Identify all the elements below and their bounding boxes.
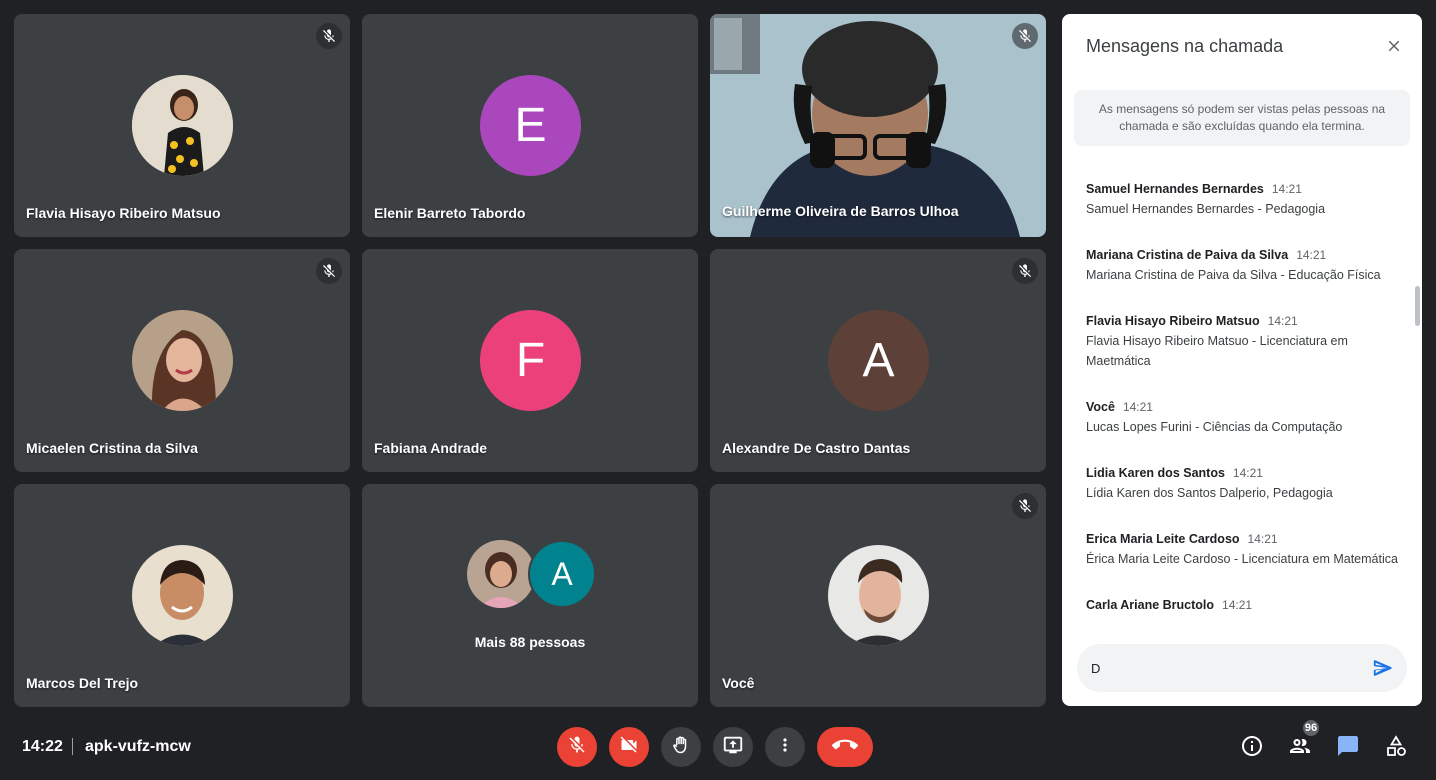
mic-off-icon bbox=[316, 258, 342, 284]
participant-tile[interactable]: E Elenir Barreto Tabordo bbox=[362, 14, 698, 237]
message-input[interactable] bbox=[1091, 658, 1351, 678]
list-item: Lidia Karen dos Santos 14:21 Lídia Karen … bbox=[1086, 464, 1398, 503]
avatar bbox=[132, 545, 233, 646]
meeting-code: apk-vufz-mcw bbox=[85, 738, 191, 755]
mic-off-icon bbox=[1012, 258, 1038, 284]
message-text: Lídia Karen dos Santos Dalperio, Pedagog… bbox=[1086, 486, 1333, 500]
avatar bbox=[828, 545, 929, 646]
avatar-initial: F bbox=[515, 334, 546, 387]
present-button[interactable] bbox=[713, 727, 753, 767]
avatar: A bbox=[528, 540, 596, 608]
send-icon[interactable] bbox=[1371, 656, 1395, 680]
chat-icon bbox=[1336, 734, 1360, 763]
avatar-initial: A bbox=[862, 334, 895, 387]
participant-name: Micaelen Cristina da Silva bbox=[26, 440, 198, 456]
participant-name: Elenir Barreto Tabordo bbox=[374, 205, 526, 221]
message-list[interactable]: Samuel Hernandes Bernardes 14:21 Samuel H… bbox=[1062, 164, 1422, 632]
message-text: Mariana Cristina de Paiva da Silva - Edu… bbox=[1086, 268, 1381, 282]
mic-off-icon bbox=[567, 735, 587, 760]
message-sender: Samuel Hernandes Bernardes bbox=[1086, 182, 1264, 196]
more-participants-label: Mais 88 pessoas bbox=[474, 634, 586, 650]
message-sender: Flavia Hisayo Ribeiro Matsuo bbox=[1086, 314, 1260, 328]
videocam-off-icon bbox=[619, 735, 639, 760]
message-time: 14:21 bbox=[1267, 314, 1298, 328]
panel-title: Mensagens na chamada bbox=[1086, 36, 1284, 56]
avatar bbox=[132, 75, 233, 176]
more-vert-icon bbox=[775, 735, 795, 760]
message-text: Flavia Hisayo Ribeiro Matsuo - Licenciat… bbox=[1086, 334, 1348, 368]
self-tile[interactable]: Você bbox=[710, 484, 1046, 707]
message-sender: Mariana Cristina de Paiva da Silva bbox=[1086, 248, 1289, 262]
list-item: Mariana Cristina de Paiva da Silva 14:21 … bbox=[1086, 246, 1398, 285]
scrollbar[interactable] bbox=[1415, 286, 1420, 326]
participant-name: Fabiana Andrade bbox=[374, 440, 488, 456]
message-text: Samuel Hernandes Bernardes - Pedagogia bbox=[1086, 202, 1326, 216]
chat-button[interactable] bbox=[1335, 735, 1361, 761]
end-call-button[interactable] bbox=[817, 727, 873, 767]
participant-tile[interactable]: Marcos Del Trejo bbox=[14, 484, 350, 707]
participant-name: Alexandre De Castro Dantas bbox=[722, 440, 911, 456]
message-time: 14:21 bbox=[1232, 466, 1263, 480]
chat-notice: As mensagens só podem ser vistas pelas p… bbox=[1074, 90, 1410, 146]
bottom-bar: 14:22 apk-vufz-mcw 96 bbox=[0, 712, 1436, 780]
hand-icon bbox=[671, 735, 691, 760]
message-text: Lucas Lopes Furini - Ciências da Computa… bbox=[1086, 420, 1343, 434]
avatar-initial: A bbox=[551, 555, 573, 592]
list-item: Carla Ariane Bructolo 14:21 bbox=[1086, 596, 1398, 614]
more-participants-tile[interactable]: A Mais 88 pessoas bbox=[362, 484, 698, 707]
meeting-time: 14:22 bbox=[22, 738, 63, 755]
mic-off-icon bbox=[316, 23, 342, 49]
call-end-icon bbox=[831, 732, 858, 763]
message-text: Érica Maria Leite Cardoso - Licenciatura… bbox=[1086, 552, 1398, 566]
mic-off-icon bbox=[1012, 493, 1038, 519]
participant-name: Guilherme Oliveira de Barros Ulhoa bbox=[722, 203, 959, 219]
mic-off-icon bbox=[1012, 23, 1038, 49]
message-sender: Erica Maria Leite Cardoso bbox=[1086, 532, 1240, 546]
avatar: A bbox=[828, 310, 929, 411]
message-sender: Carla Ariane Bructolo bbox=[1086, 598, 1215, 612]
avatar bbox=[467, 540, 535, 608]
participant-tile[interactable]: A Alexandre De Castro Dantas bbox=[710, 249, 1046, 472]
message-time: 14:21 bbox=[1296, 248, 1327, 262]
message-time: 14:21 bbox=[1247, 532, 1278, 546]
message-time: 14:21 bbox=[1271, 182, 1302, 196]
participant-tile[interactable]: F Fabiana Andrade bbox=[362, 249, 698, 472]
list-item: Samuel Hernandes Bernardes 14:21 Samuel H… bbox=[1086, 180, 1398, 219]
mic-toggle-button[interactable] bbox=[557, 727, 597, 767]
message-composer bbox=[1077, 644, 1407, 692]
avatar bbox=[132, 310, 233, 411]
chat-panel: Mensagens na chamada As mensagens só pod… bbox=[1062, 14, 1422, 706]
avatar-initial: E bbox=[514, 99, 547, 152]
participant-name: Marcos Del Trejo bbox=[26, 675, 139, 691]
participant-tile[interactable]: Guilherme Oliveira de Barros Ulhoa bbox=[710, 14, 1046, 237]
camera-toggle-button[interactable] bbox=[609, 727, 649, 767]
more-options-button[interactable] bbox=[765, 727, 805, 767]
info-icon bbox=[1240, 734, 1264, 763]
list-item: Flavia Hisayo Ribeiro Matsuo 14:21 Flavia… bbox=[1086, 312, 1398, 371]
list-item: Você 14:21 Lucas Lopes Furini - Ciências … bbox=[1086, 398, 1398, 437]
close-icon[interactable] bbox=[1382, 34, 1406, 58]
divider bbox=[72, 738, 73, 755]
list-item: Erica Maria Leite Cardoso 14:21 Érica Mar… bbox=[1086, 530, 1398, 569]
activities-button[interactable] bbox=[1383, 734, 1409, 763]
participant-name: Você bbox=[722, 675, 755, 691]
message-time: 14:21 bbox=[1222, 598, 1253, 612]
message-sender: Lidia Karen dos Santos bbox=[1086, 466, 1225, 480]
present-icon bbox=[722, 734, 744, 761]
participant-tile[interactable]: Micaelen Cristina da Silva bbox=[14, 249, 350, 472]
participant-tile[interactable]: Flavia Hisayo Ribeiro Matsuo bbox=[14, 14, 350, 237]
activities-icon bbox=[1384, 734, 1408, 763]
participants-button[interactable] bbox=[1287, 735, 1313, 761]
participant-count-badge: 96 bbox=[1301, 718, 1321, 738]
meeting-details-button[interactable] bbox=[1239, 735, 1265, 761]
message-sender: Você bbox=[1086, 400, 1115, 414]
avatar: F bbox=[480, 310, 581, 411]
raise-hand-button[interactable] bbox=[661, 727, 701, 767]
message-time: 14:21 bbox=[1122, 400, 1153, 414]
avatar: E bbox=[480, 75, 581, 176]
participant-name: Flavia Hisayo Ribeiro Matsuo bbox=[26, 205, 221, 221]
